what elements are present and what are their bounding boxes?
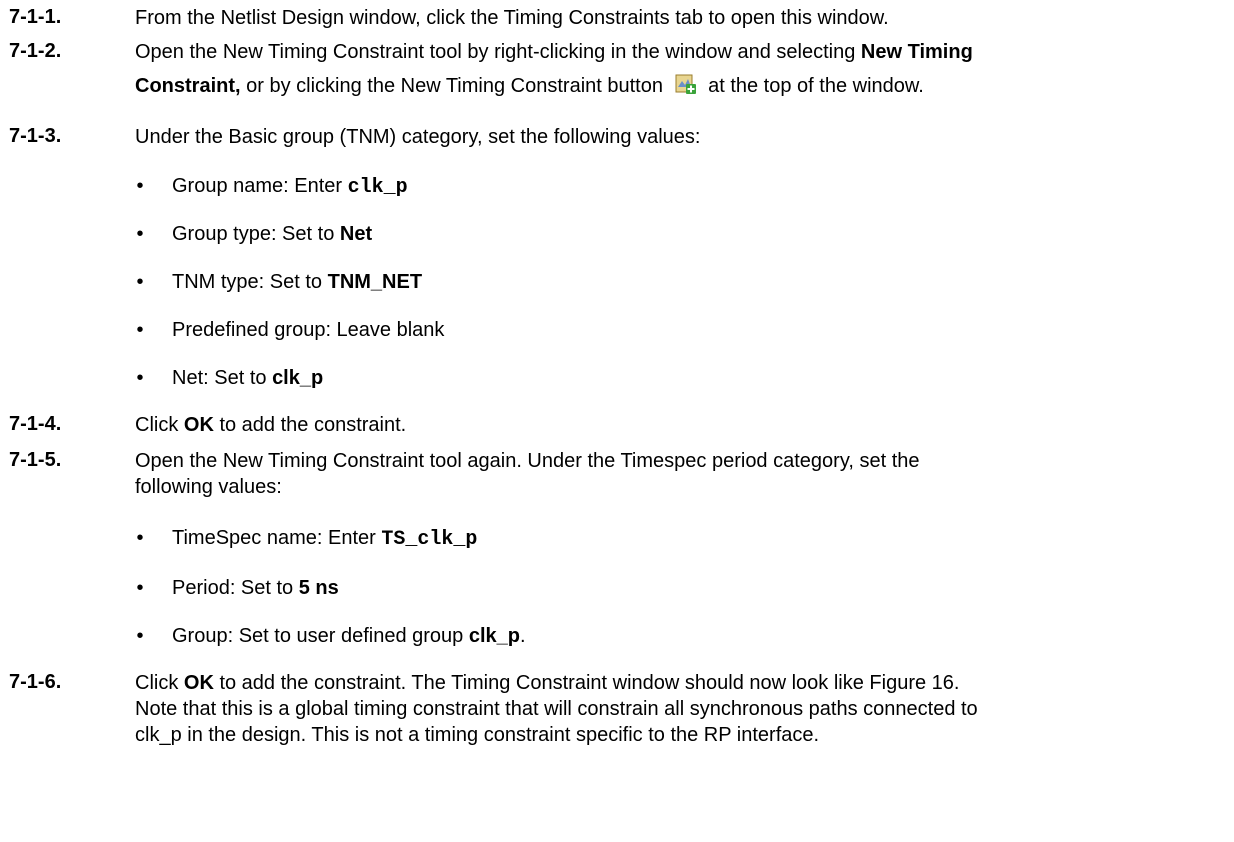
button-ref: OK xyxy=(183,672,214,694)
step-text: Under the Basic group (TNM) category, se… xyxy=(135,126,701,148)
step-text-part: Open the New Timing Constraint tool by r… xyxy=(135,41,861,63)
bullet-dot: • xyxy=(136,175,144,197)
step-text: Click OK to add the constraint. The Timi… xyxy=(135,670,1224,748)
bullet-value: clk_p xyxy=(468,625,521,647)
bullet-dot: • xyxy=(136,625,144,647)
bullet-dot: • xyxy=(136,367,144,389)
step-number: 7-1-5. xyxy=(9,449,62,471)
step-text-line: Note that this is a global timing constr… xyxy=(135,698,978,720)
bullet-label: Predefined group: Leave blank xyxy=(172,319,445,341)
bullet-value: TS_clk_p xyxy=(381,528,478,551)
bullet-dot: • xyxy=(136,223,144,245)
bullet-suffix: . xyxy=(520,625,526,647)
step-number: 7-1-2. xyxy=(9,40,62,62)
step-text: From the Netlist Design window, click th… xyxy=(135,7,889,29)
step-text-line: following values: xyxy=(135,476,282,498)
step-number: 7-1-1. xyxy=(9,6,62,28)
bullet-dot: • xyxy=(136,271,144,293)
bullet-label: TNM type: Set to xyxy=(172,271,328,293)
step-text-line: Open the New Timing Constraint tool agai… xyxy=(135,450,920,472)
menu-item-ref: New Timing xyxy=(860,41,973,63)
bullet-value: TNM_NET xyxy=(327,271,423,293)
step-text-line: clk_p in the design. This is not a timin… xyxy=(135,724,820,746)
step-number: 7-1-3. xyxy=(9,125,62,147)
bullet-value: Net xyxy=(339,223,373,245)
bullet-dot: • xyxy=(136,527,144,549)
bullet-dot: • xyxy=(136,577,144,599)
step-text-part: Click xyxy=(135,672,184,694)
bullet-label: TimeSpec name: Enter xyxy=(172,527,382,549)
step-text: Click OK to add the constraint. xyxy=(135,413,1224,437)
bullet-value: 5 ns xyxy=(298,577,339,599)
step-text-part: at the top of the window. xyxy=(702,75,924,97)
bullet-value: clk_p xyxy=(272,367,324,389)
bullet-label: Group name: Enter xyxy=(172,175,348,197)
step-text: Open the New Timing Constraint tool by r… xyxy=(135,35,1224,103)
bullet-label: Period: Set to xyxy=(172,577,299,599)
step-text-part: or by clicking the New Timing Constraint… xyxy=(240,75,669,97)
step-number: 7-1-4. xyxy=(9,413,62,435)
bullet-dot: • xyxy=(136,319,144,341)
step-number: 7-1-6. xyxy=(9,671,62,693)
step-text-part: to add the constraint. The Timing Constr… xyxy=(213,672,960,694)
step-text-part: to add the constraint. xyxy=(213,414,407,436)
bullet-value: clk_p xyxy=(347,176,408,199)
bullet-label: Net: Set to xyxy=(172,367,273,389)
new-constraint-icon xyxy=(675,74,696,94)
step-text: Open the New Timing Constraint tool agai… xyxy=(135,448,1224,500)
bullet-label: Group type: Set to xyxy=(172,223,340,245)
button-ref: OK xyxy=(183,414,214,436)
step-text-part: Click xyxy=(135,414,184,436)
bullet-label: Group: Set to user defined group xyxy=(172,625,469,647)
menu-item-ref: Constraint, xyxy=(135,75,241,97)
